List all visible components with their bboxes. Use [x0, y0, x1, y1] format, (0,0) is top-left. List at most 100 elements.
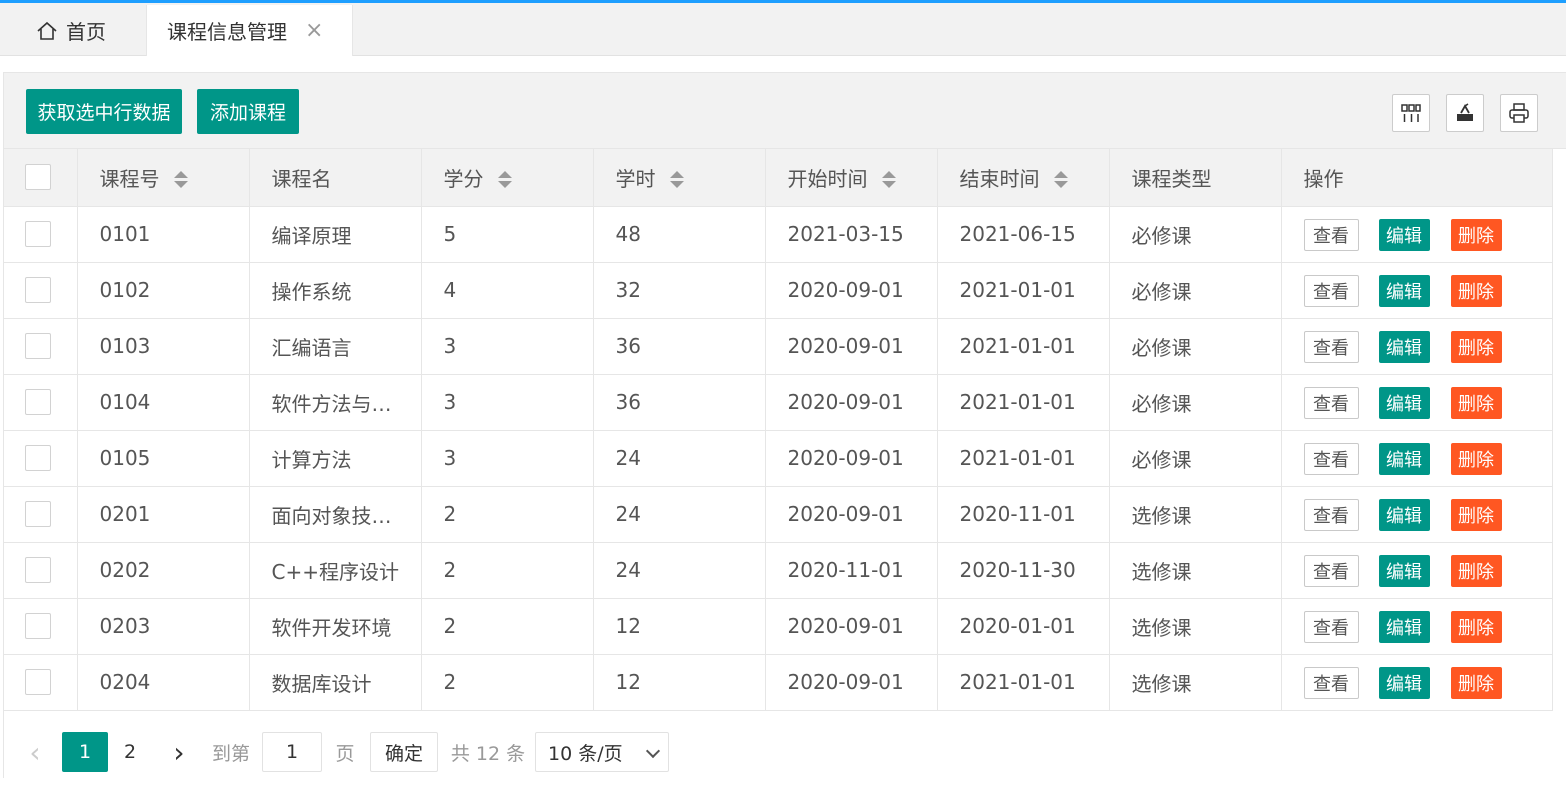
prev-page-button[interactable]: ‹ — [18, 732, 52, 772]
row-select-cell — [4, 318, 78, 375]
cell-course-type: 必修课 — [1109, 430, 1282, 487]
cell-course-type: 必修课 — [1109, 262, 1282, 319]
header-credit[interactable]: 学分 — [421, 149, 594, 207]
course-table: 课程号 课程名 学分 学时 开始时间 结束时间 课程类型 操作 0101 编译原… — [4, 149, 1553, 711]
view-button[interactable]: 查看 — [1303, 387, 1359, 419]
edit-button[interactable]: 编辑 — [1378, 555, 1430, 587]
sort-icon[interactable] — [497, 170, 512, 190]
view-button[interactable]: 查看 — [1303, 555, 1359, 587]
cell-course-id: 0203 — [77, 598, 250, 655]
view-button[interactable]: 查看 — [1303, 219, 1359, 251]
cell-course-type: 选修课 — [1109, 654, 1282, 711]
delete-button[interactable]: 删除 — [1450, 387, 1502, 419]
page-number[interactable]: 2 — [112, 732, 148, 772]
table-row: 0103 汇编语言 3 36 2020-09-01 2021-01-01 必修课… — [4, 318, 1553, 375]
delete-button[interactable]: 删除 — [1450, 555, 1502, 587]
cell-course-name: 汇编语言 — [249, 318, 422, 375]
cell-credit: 4 — [421, 262, 594, 319]
cell-actions: 查看 编辑 删除 — [1281, 206, 1553, 263]
row-checkbox[interactable] — [25, 277, 51, 303]
cell-end-time: 2021-06-15 — [937, 206, 1110, 263]
cell-course-name: 编译原理 — [249, 206, 422, 263]
view-button[interactable]: 查看 — [1303, 331, 1359, 363]
cell-course-type: 必修课 — [1109, 374, 1282, 431]
delete-button[interactable]: 删除 — [1450, 219, 1502, 251]
header-start-time[interactable]: 开始时间 — [765, 149, 938, 207]
view-button[interactable]: 查看 — [1303, 443, 1359, 475]
edit-button[interactable]: 编辑 — [1378, 667, 1430, 699]
get-selected-button[interactable]: 获取选中行数据 — [26, 89, 182, 134]
row-checkbox[interactable] — [25, 333, 51, 359]
export-icon[interactable] — [1446, 94, 1484, 132]
view-button[interactable]: 查看 — [1303, 611, 1359, 643]
cell-course-id: 0105 — [77, 430, 250, 487]
cell-end-time: 2020-01-01 — [937, 598, 1110, 655]
row-select-cell — [4, 598, 78, 655]
cell-start-time: 2020-11-01 — [765, 542, 938, 599]
chevron-down-icon — [645, 743, 661, 759]
delete-button[interactable]: 删除 — [1450, 499, 1502, 531]
cell-course-id: 0101 — [77, 206, 250, 263]
view-button[interactable]: 查看 — [1303, 667, 1359, 699]
cell-course-name: 软件方法与… — [249, 374, 422, 431]
page-number-current[interactable]: 1 — [62, 732, 108, 772]
tab-home[interactable]: 首页 — [20, 5, 142, 56]
delete-button[interactable]: 删除 — [1450, 275, 1502, 307]
page-size-select[interactable]: 10 条/页 — [535, 732, 669, 772]
cell-start-time: 2020-09-01 — [765, 486, 938, 543]
delete-button[interactable]: 删除 — [1450, 611, 1502, 643]
cell-credit: 3 — [421, 318, 594, 375]
delete-button[interactable]: 删除 — [1450, 331, 1502, 363]
print-icon[interactable] — [1500, 94, 1538, 132]
row-checkbox[interactable] — [25, 221, 51, 247]
cell-course-name: 操作系统 — [249, 262, 422, 319]
edit-button[interactable]: 编辑 — [1378, 219, 1430, 251]
main-panel: 获取选中行数据 添加课程 课程号 课程名 学分 学时 开始时间 结束时间 课程类… — [3, 72, 1566, 778]
sort-icon[interactable] — [669, 170, 684, 190]
sort-icon[interactable] — [881, 170, 896, 190]
edit-button[interactable]: 编辑 — [1378, 275, 1430, 307]
tab-course-management[interactable]: 课程信息管理 × — [146, 5, 353, 56]
page-unit-label: 页 — [335, 742, 355, 765]
cell-start-time: 2020-09-01 — [765, 598, 938, 655]
next-page-button[interactable]: › — [162, 732, 196, 772]
goto-confirm-button[interactable]: 确定 — [370, 732, 438, 772]
cell-start-time: 2020-09-01 — [765, 430, 938, 487]
cell-hours: 24 — [593, 542, 766, 599]
columns-filter-icon[interactable] — [1392, 94, 1430, 132]
sort-icon[interactable] — [1053, 170, 1068, 190]
cell-course-name: 软件开发环境 — [249, 598, 422, 655]
header-end-time[interactable]: 结束时间 — [937, 149, 1110, 207]
row-checkbox[interactable] — [25, 669, 51, 695]
cell-start-time: 2020-09-01 — [765, 262, 938, 319]
close-icon[interactable]: × — [305, 19, 323, 42]
row-checkbox[interactable] — [25, 557, 51, 583]
goto-label: 到第 — [211, 742, 250, 765]
edit-button[interactable]: 编辑 — [1378, 387, 1430, 419]
home-icon — [37, 21, 57, 40]
table-row: 0102 操作系统 4 32 2020-09-01 2021-01-01 必修课… — [4, 262, 1553, 319]
goto-page-input[interactable]: 1 — [262, 732, 322, 772]
cell-credit: 3 — [421, 374, 594, 431]
view-button[interactable]: 查看 — [1303, 499, 1359, 531]
row-checkbox[interactable] — [25, 445, 51, 471]
edit-button[interactable]: 编辑 — [1378, 443, 1430, 475]
cell-end-time: 2021-01-01 — [937, 654, 1110, 711]
row-checkbox[interactable] — [25, 501, 51, 527]
edit-button[interactable]: 编辑 — [1378, 611, 1430, 643]
row-checkbox[interactable] — [25, 613, 51, 639]
delete-button[interactable]: 删除 — [1450, 443, 1502, 475]
table-row: 0104 软件方法与… 3 36 2020-09-01 2021-01-01 必… — [4, 374, 1553, 431]
header-hours[interactable]: 学时 — [593, 149, 766, 207]
add-course-button[interactable]: 添加课程 — [197, 89, 299, 134]
cell-actions: 查看 编辑 删除 — [1281, 262, 1553, 319]
header-course-id[interactable]: 课程号 — [77, 149, 250, 207]
cell-course-id: 0104 — [77, 374, 250, 431]
edit-button[interactable]: 编辑 — [1378, 499, 1430, 531]
row-checkbox[interactable] — [25, 389, 51, 415]
view-button[interactable]: 查看 — [1303, 275, 1359, 307]
select-all-checkbox[interactable] — [25, 164, 51, 191]
delete-button[interactable]: 删除 — [1450, 667, 1502, 699]
sort-icon[interactable] — [173, 170, 188, 190]
edit-button[interactable]: 编辑 — [1378, 331, 1430, 363]
